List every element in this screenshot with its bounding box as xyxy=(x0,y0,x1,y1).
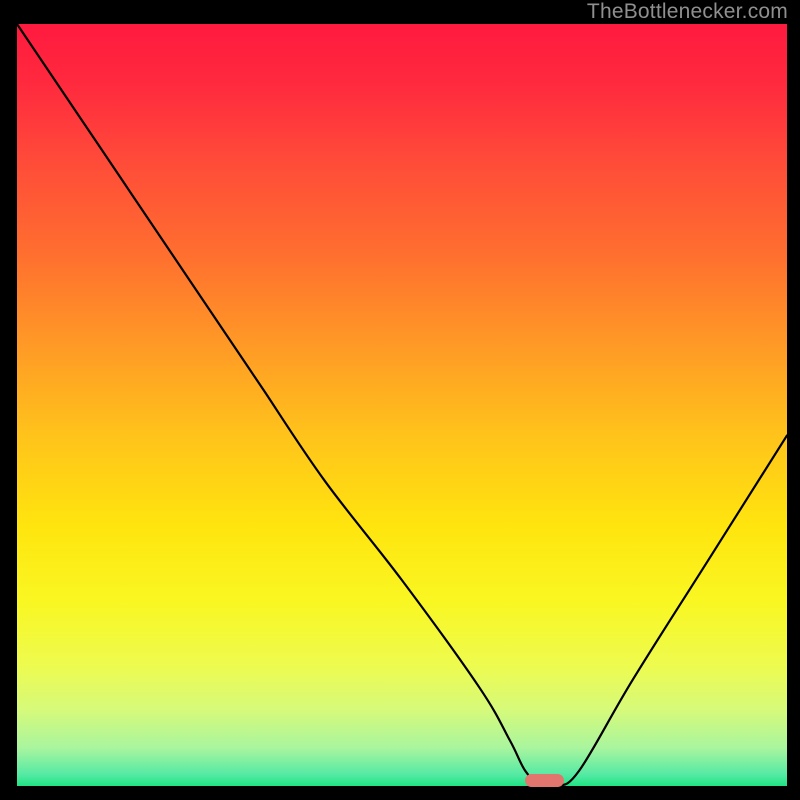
bottleneck-curve xyxy=(17,24,787,786)
plot-area xyxy=(17,24,787,786)
watermark-text: TheBottlenecker.com xyxy=(587,0,788,24)
chart-frame: TheBottlenecker.com xyxy=(0,0,800,800)
optimal-range-marker xyxy=(525,774,564,787)
